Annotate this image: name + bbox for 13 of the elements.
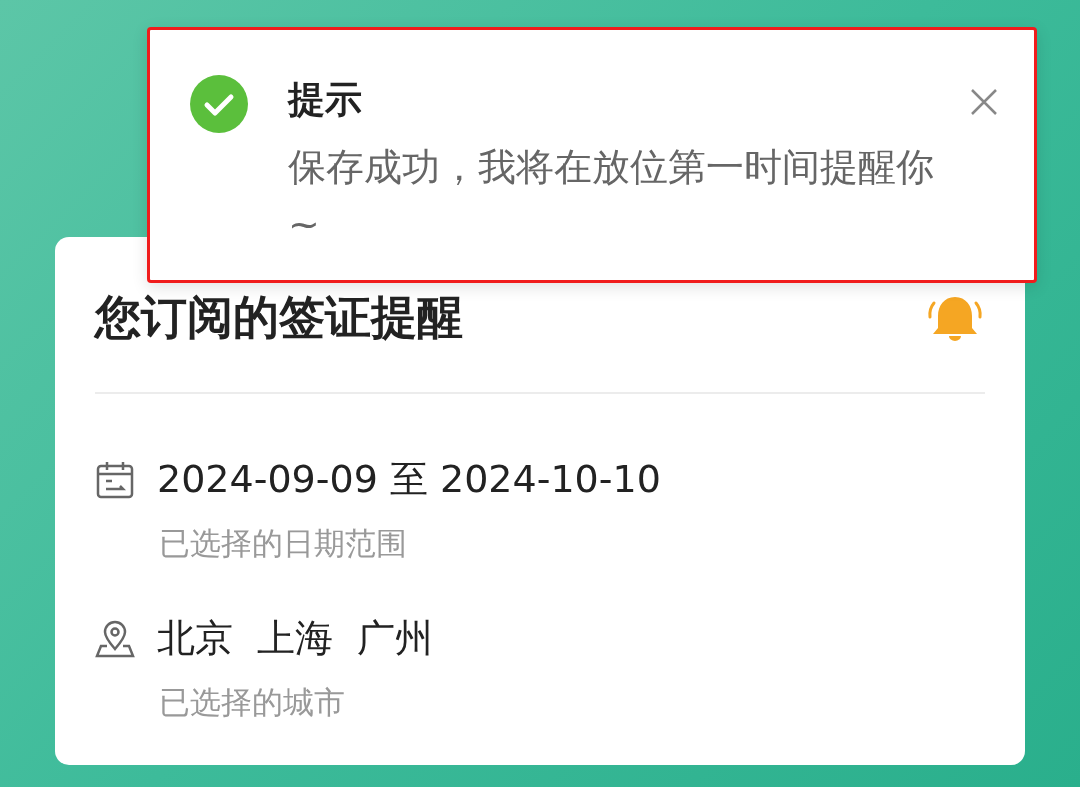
close-icon[interactable] (969, 87, 999, 117)
date-range: 2024-09-09 至 2024-10-10 (157, 456, 661, 503)
city-name: 北京 (157, 615, 233, 662)
city-name: 上海 (257, 615, 333, 662)
card-title: 您订阅的签证提醒 (95, 288, 463, 346)
success-check-icon (190, 75, 248, 133)
row-caption: 已选择的日期范围 (159, 524, 408, 563)
row-caption: 已选择的城市 (159, 683, 346, 722)
location-pin-icon (95, 618, 135, 659)
calendar-icon (95, 459, 135, 500)
city-name: 广州 (357, 615, 433, 662)
notification-title: 提示 (288, 77, 363, 123)
notification-message: 保存成功，我将在放位第一时间提醒你~ (288, 144, 935, 248)
